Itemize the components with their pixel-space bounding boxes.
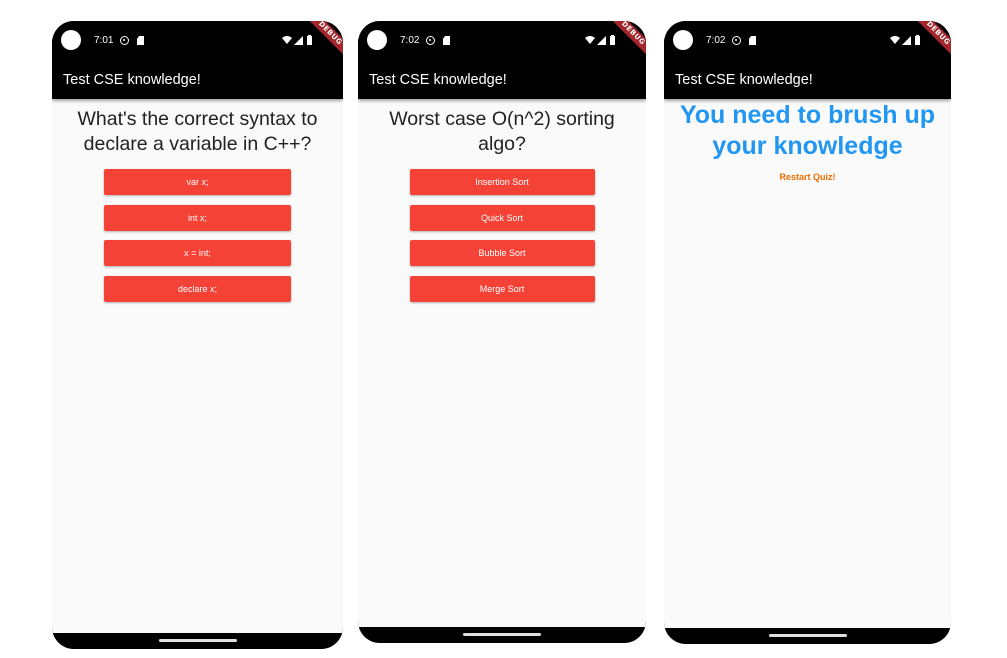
sd-card-icon [443,36,450,45]
system-icons [584,34,618,48]
navigation-bar [664,628,951,644]
app-bar: Test CSE knowledge! [52,61,343,99]
home-indicator[interactable] [158,639,237,642]
answer-button[interactable]: Merge Sort [409,275,595,302]
wifi-icon [585,36,595,44]
app-title: Test CSE knowledge! [369,72,507,88]
battery-icon [915,36,920,45]
signal-icon [902,36,911,45]
answer-button[interactable]: int x; [104,204,291,231]
settings-icon [732,36,741,45]
app-bar: Test CSE knowledge! [358,61,646,99]
settings-icon [426,36,435,45]
battery-icon [610,36,615,45]
restart-quiz-button[interactable]: Restart Quiz! [779,172,835,182]
navigation-bar [358,627,646,643]
status-bar: 7:02 DEBUG [358,21,646,61]
sd-card-icon [749,36,756,45]
status-time: 7:02 [706,35,726,46]
signal-icon [294,36,303,45]
question-text: What's the correct syntax to declare a v… [77,108,318,155]
signal-icon [597,36,606,45]
answer-button[interactable]: x = int; [104,240,291,266]
system-icons [889,34,923,48]
app-bar: Test CSE knowledge! [664,61,951,99]
answer-button[interactable]: Insertion Sort [409,169,595,195]
result-message: You need to brush up your knowledge [679,101,936,160]
answer-list: var x; int x; x = int; declare x; [52,169,343,311]
camera-cutout-icon [61,30,81,50]
phone-screen-question-1: 7:01 DEBUG Test CSE knowledge! What's th… [52,21,343,649]
answer-list: Insertion Sort Quick Sort Bubble Sort Me… [358,169,646,311]
phone-screen-result: 7:02 DEBUG Test CSE knowledge! You need … [664,21,951,644]
question-text: Worst case O(n^2) sorting algo? [389,108,615,155]
result-content: You need to brush up your knowledge Rest… [664,99,951,630]
camera-cutout-icon [673,30,693,50]
app-title: Test CSE knowledge! [675,72,813,88]
answer-button[interactable]: Bubble Sort [409,240,595,266]
home-indicator[interactable] [463,633,541,636]
navigation-bar [52,633,343,649]
answer-button[interactable]: Quick Sort [409,204,595,231]
system-icons [281,34,315,48]
status-time: 7:02 [400,35,420,46]
battery-icon [307,36,312,45]
question-content: What's the correct syntax to declare a v… [52,99,343,633]
status-bar: 7:02 DEBUG [664,21,951,61]
status-time: 7:01 [94,35,114,46]
wifi-icon [282,36,292,44]
status-bar: 7:01 DEBUG [52,21,343,61]
question-content: Worst case O(n^2) sorting algo? Insertio… [358,99,646,628]
camera-cutout-icon [367,30,387,50]
home-indicator[interactable] [768,634,847,637]
answer-button[interactable]: var x; [104,169,291,195]
app-title: Test CSE knowledge! [63,72,201,88]
settings-icon [120,36,129,45]
sd-card-icon [137,36,144,45]
phone-screen-question-2: 7:02 DEBUG Test CSE knowledge! Worst cas… [358,21,646,643]
answer-button[interactable]: declare x; [104,275,291,302]
wifi-icon [890,36,900,44]
